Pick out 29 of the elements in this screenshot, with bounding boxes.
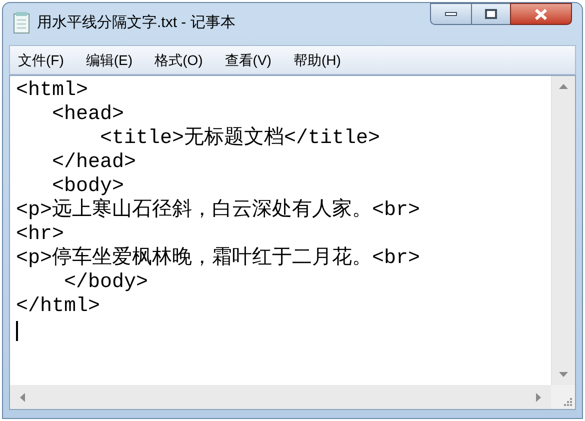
menu-item[interactable]: 查看(V)	[224, 50, 272, 70]
notepad-icon	[13, 12, 31, 34]
code-line: <p>停车坐爱枫林晚，霜叶红于二月花。<br>	[16, 247, 420, 271]
text-cursor	[16, 321, 18, 341]
minimize-button[interactable]	[430, 3, 472, 25]
menu-item[interactable]: 编辑(E)	[86, 50, 133, 70]
maximize-button[interactable]	[472, 3, 510, 25]
scroll-left-icon[interactable]	[20, 392, 25, 402]
scroll-down-icon[interactable]	[559, 372, 568, 377]
code-line: <p>远上寒山石径斜，白云深处有人家。<br>	[16, 199, 420, 223]
close-icon	[535, 8, 547, 20]
code-line: <head>	[51, 103, 124, 127]
menu-item[interactable]: 格式(O)	[154, 50, 203, 70]
code-line: <body>	[51, 175, 124, 198]
code-line: </html>	[16, 295, 100, 319]
close-button[interactable]	[510, 3, 572, 25]
code-line: </body>	[63, 271, 148, 295]
menu-item[interactable]: 文件(F)	[18, 50, 64, 70]
resize-grip-icon[interactable]	[562, 396, 572, 406]
scroll-up-icon[interactable]	[559, 84, 568, 89]
code-line: </head>	[51, 151, 136, 175]
window-title: 用水平线分隔文字.txt - 记事本	[37, 13, 236, 33]
code-line: <title>无标题文档</title>	[99, 127, 380, 151]
vertical-scrollbar[interactable]	[551, 76, 575, 385]
code-line: <html>	[16, 79, 88, 103]
menu-item[interactable]: 帮助(H)	[293, 50, 341, 70]
scroll-right-icon[interactable]	[536, 392, 541, 402]
code-line: <hr>	[16, 223, 64, 247]
horizontal-scrollbar[interactable]	[10, 385, 551, 409]
